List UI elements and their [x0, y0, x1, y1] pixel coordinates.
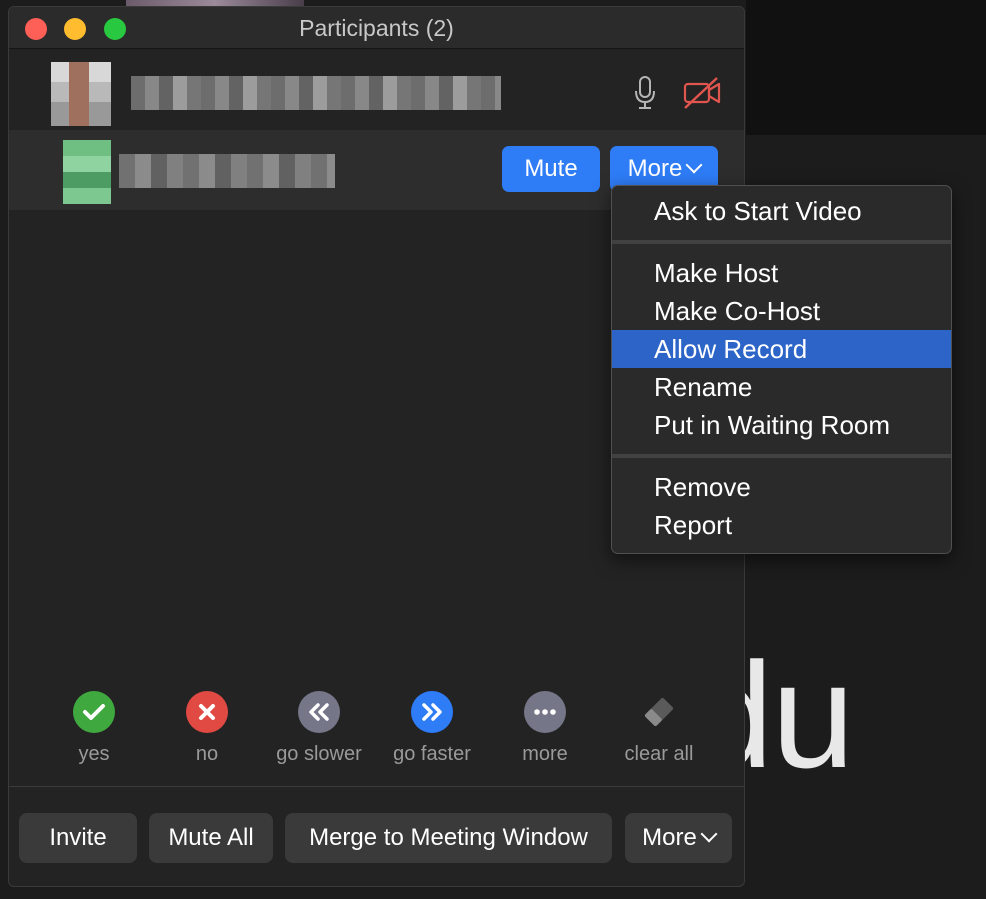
- eraser-icon: [638, 691, 680, 733]
- reaction-yes[interactable]: yes: [44, 691, 144, 766]
- check-icon: [73, 691, 115, 733]
- chevron-down-icon: [685, 156, 703, 174]
- footer-divider: [9, 786, 744, 787]
- footer-more-button[interactable]: More: [625, 813, 732, 863]
- reaction-label: more: [522, 743, 568, 765]
- menu-item-ask-to-start-video[interactable]: Ask to Start Video: [612, 192, 951, 230]
- video-off-icon[interactable]: [683, 76, 721, 110]
- menu-item-make-host[interactable]: Make Host: [612, 254, 951, 292]
- menu-item-report[interactable]: Report: [612, 506, 951, 544]
- reaction-go-slower[interactable]: go slower: [269, 691, 369, 766]
- footer-more-label: More: [642, 824, 697, 851]
- microphone-icon[interactable]: [633, 76, 657, 110]
- participant-avatar: [63, 140, 111, 204]
- x-icon: [186, 691, 228, 733]
- title-bar[interactable]: Participants (2): [9, 7, 744, 49]
- menu-separator: [612, 454, 951, 458]
- participant-more-label: More: [627, 155, 683, 182]
- menu-item-allow-record[interactable]: Allow Record: [612, 330, 951, 368]
- menu-separator: [612, 240, 951, 244]
- menu-item-make-co-host[interactable]: Make Co-Host: [612, 292, 951, 330]
- merge-to-meeting-window-button[interactable]: Merge to Meeting Window: [285, 813, 612, 863]
- participant-name-redacted: [119, 154, 335, 188]
- reaction-label: clear all: [624, 743, 694, 765]
- background-panel: [746, 0, 986, 135]
- nonverbal-feedback-bar: yes no go slower go faster more clear al…: [9, 691, 744, 781]
- invite-button[interactable]: Invite: [19, 813, 137, 863]
- mute-all-button[interactable]: Mute All: [149, 813, 273, 863]
- reaction-more[interactable]: more: [495, 691, 595, 766]
- reaction-go-faster[interactable]: go faster: [382, 691, 482, 766]
- reaction-label: no: [195, 743, 219, 765]
- reaction-label: go slower: [276, 743, 362, 765]
- chevron-down-icon: [700, 825, 718, 843]
- window-title: Participants (2): [299, 15, 454, 41]
- menu-item-put-in-waiting-room[interactable]: Put in Waiting Room: [612, 406, 951, 444]
- mute-participant-button[interactable]: Mute: [502, 146, 600, 192]
- participant-avatar: [51, 62, 111, 126]
- rewind-icon: [298, 691, 340, 733]
- fast-forward-icon: [411, 691, 453, 733]
- participant-context-menu: Ask to Start Video Make Host Make Co-Hos…: [611, 185, 952, 554]
- participant-row[interactable]: [9, 50, 744, 130]
- reaction-label: go faster: [393, 743, 471, 765]
- menu-item-remove[interactable]: Remove: [612, 468, 951, 506]
- menu-item-rename[interactable]: Rename: [612, 368, 951, 406]
- participant-name-redacted: [131, 76, 501, 110]
- reaction-no[interactable]: no: [157, 691, 257, 766]
- reaction-label: yes: [78, 743, 110, 765]
- reaction-clear-all[interactable]: clear all: [609, 691, 709, 766]
- ellipsis-icon: [524, 691, 566, 733]
